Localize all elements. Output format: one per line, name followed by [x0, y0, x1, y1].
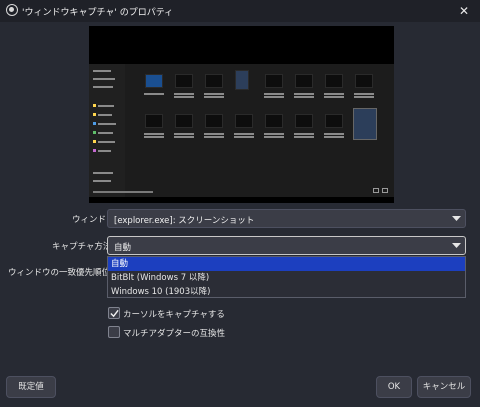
file-caption: [204, 93, 224, 99]
file-caption: [264, 133, 284, 139]
capture-preview: [89, 26, 394, 203]
sidebar-line: [93, 70, 111, 72]
folder-icon: [93, 113, 96, 116]
dropdown-option-bitblt[interactable]: BitBlt (Windows 7 以降): [108, 271, 465, 285]
capture-method-select[interactable]: 自動: [107, 236, 466, 255]
sidebar-line: [93, 78, 115, 80]
file-caption: [354, 93, 374, 99]
multi-adapter-checkbox[interactable]: [108, 326, 120, 338]
file-caption: [144, 133, 164, 139]
dropdown-option-windows10[interactable]: Windows 10 (1903以降): [108, 285, 465, 299]
sidebar-line: [93, 172, 113, 174]
preview-area: [8, 26, 472, 203]
folder-icon: [93, 122, 96, 125]
file-thumbnail-selected: [353, 108, 377, 140]
file-caption: [294, 133, 314, 139]
cancel-button[interactable]: キャンセル: [417, 376, 471, 398]
folder-icon: [93, 131, 96, 134]
chevron-down-icon[interactable]: [448, 237, 465, 254]
obs-icon: [6, 4, 18, 16]
chevron-down-icon[interactable]: [448, 210, 465, 227]
sidebar-line: [93, 180, 111, 182]
sidebar-line: [93, 86, 113, 88]
capture-method-dropdown: 自動 BitBlt (Windows 7 以降) Windows 10 (190…: [107, 256, 466, 298]
file-thumbnail: [355, 74, 373, 88]
file-thumbnail: [325, 114, 343, 128]
window-title: 'ウィンドウキャプチャ' のプロパティ: [22, 8, 174, 18]
file-caption: [174, 133, 194, 139]
explorer-status-bar: [93, 191, 153, 193]
file-thumbnail: [145, 114, 163, 128]
capture-cursor-label: カーソルをキャプチャする: [123, 310, 225, 320]
file-thumbnail: [265, 74, 283, 88]
multi-adapter-label: マルチアダプターの互換性: [123, 329, 226, 339]
defaults-button[interactable]: 既定値: [6, 376, 56, 398]
title-bar: 'ウィンドウキャプチャ' のプロパティ ✕: [0, 0, 480, 22]
explorer-sidebar: [89, 64, 125, 197]
dropdown-option-auto[interactable]: 自動: [108, 257, 465, 271]
sidebar-line: [98, 114, 112, 116]
window-priority-label: ウィンドウの一致優先順位: [8, 268, 111, 278]
folder-icon: [93, 149, 96, 152]
file-caption: [204, 133, 224, 139]
sidebar-line: [98, 123, 116, 125]
capture-cursor-checkbox[interactable]: [108, 307, 120, 319]
file-thumbnail: [235, 70, 249, 90]
captured-explorer-window: [89, 64, 394, 197]
file-caption: [174, 93, 194, 99]
sidebar-line: [98, 150, 111, 152]
view-toggle-icon: [373, 188, 379, 193]
folder-icon: [93, 104, 96, 107]
folder-icon: [93, 140, 96, 143]
file-caption: [324, 133, 344, 139]
file-caption: [324, 93, 344, 99]
sidebar-line: [98, 105, 114, 107]
file-thumbnail: [235, 114, 253, 128]
file-thumbnail: [205, 74, 223, 88]
view-toggle-icon: [382, 188, 388, 193]
file-thumbnail: [175, 74, 193, 88]
file-thumbnail: [295, 114, 313, 128]
capture-method-value: 自動: [114, 243, 132, 253]
file-thumbnail: [205, 114, 223, 128]
window-select-value: [explorer.exe]: スクリーンショット: [114, 216, 255, 226]
close-icon[interactable]: ✕: [456, 3, 472, 19]
file-thumbnail: [295, 74, 313, 88]
sidebar-line: [98, 132, 113, 134]
capture-method-label: キャプチャ方法: [52, 242, 112, 252]
file-caption: [234, 133, 254, 139]
file-thumbnail: [325, 74, 343, 88]
window-select[interactable]: [explorer.exe]: スクリーンショット: [107, 209, 466, 228]
file-caption: [144, 93, 164, 99]
sidebar-line: [98, 141, 115, 143]
file-thumbnail: [265, 114, 283, 128]
ok-button[interactable]: OK: [376, 376, 412, 398]
file-thumbnail: [175, 114, 193, 128]
file-thumbnail: [145, 74, 163, 88]
file-caption: [294, 93, 314, 99]
file-caption: [264, 93, 284, 99]
